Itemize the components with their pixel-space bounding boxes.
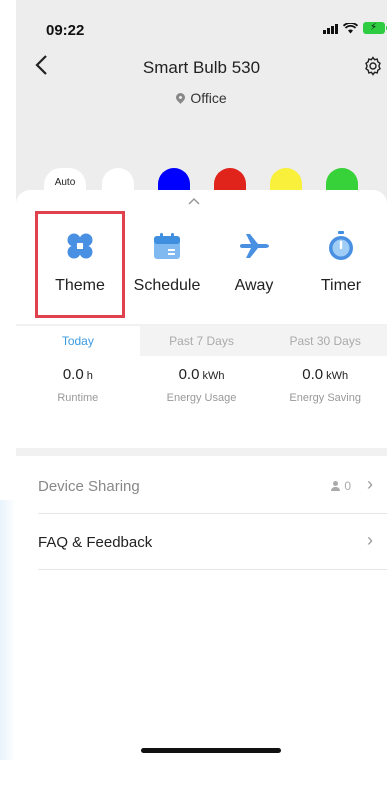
faq-feedback-label: FAQ & Feedback: [38, 534, 153, 551]
schedule-label: Schedule: [133, 277, 201, 294]
away-label: Away: [234, 277, 274, 294]
energy-usage-label: Energy Usage: [166, 392, 237, 404]
status-bar: 09:22 ⚡: [16, 0, 387, 44]
share-count-value: 0: [344, 479, 351, 493]
status-time: 09:22: [46, 22, 85, 39]
home-indicator: [141, 748, 281, 753]
tab-today[interactable]: Today: [16, 326, 140, 356]
share-count: 0: [330, 479, 351, 493]
row-divider: [38, 569, 387, 570]
device-sharing-label: Device Sharing: [38, 478, 140, 495]
device-sharing-row[interactable]: Device Sharing 0 ›: [16, 458, 387, 514]
runtime-label: Runtime: [57, 392, 99, 404]
airplane-icon: [240, 234, 269, 258]
gear-icon: [365, 56, 381, 76]
energy-saving-value: 0.0: [302, 366, 324, 383]
runtime-unit: h: [86, 370, 93, 382]
battery-icon: ⚡: [363, 22, 387, 34]
energy-saving-stat: 0.0 kWh Energy Saving: [263, 366, 387, 446]
timer-icon: [329, 231, 353, 260]
energy-usage-stat: 0.0 kWh Energy Usage: [140, 366, 264, 446]
period-tabs: Today Past 7 Days Past 30 Days: [16, 326, 387, 356]
timer-button[interactable]: Timer: [296, 230, 386, 295]
energy-stats: 0.0 h Runtime 0.0 kWh Energy Usage 0.0 kWh …: [16, 366, 387, 446]
location-pin-icon: [174, 91, 188, 104]
settings-button[interactable]: [363, 56, 385, 78]
chevron-right-icon: ›: [367, 474, 373, 494]
calendar-icon: [154, 233, 180, 259]
faq-feedback-row[interactable]: FAQ & Feedback ›: [16, 514, 387, 570]
chevron-right-icon: ›: [367, 530, 373, 550]
tab-past-30-days[interactable]: Past 30 Days: [263, 326, 387, 356]
status-icons: ⚡: [323, 22, 387, 34]
energy-usage-value: 0.0: [178, 366, 200, 383]
header: Smart Bulb 530 Office: [16, 54, 387, 114]
energy-saving-label: Energy Saving: [289, 392, 361, 404]
energy-saving-unit: kWh: [326, 370, 349, 382]
wifi-icon: [343, 22, 358, 33]
away-button[interactable]: Away: [209, 230, 299, 295]
runtime-value: 0.0: [62, 366, 84, 383]
chevron-up-icon[interactable]: [188, 197, 200, 205]
tab-past-7-days[interactable]: Past 7 Days: [139, 326, 264, 356]
background-glow: [0, 500, 16, 760]
person-icon: [330, 481, 341, 491]
timer-label: Timer: [320, 277, 362, 294]
signal-icon: [323, 23, 338, 34]
selection-highlight: [35, 211, 125, 318]
runtime-stat: 0.0 h Runtime: [16, 366, 140, 446]
page-title: Smart Bulb 530: [142, 58, 261, 77]
location-text: Office: [190, 90, 227, 106]
schedule-button[interactable]: Schedule: [122, 230, 212, 295]
section-divider: [16, 448, 387, 456]
location-label: Office: [16, 90, 387, 106]
energy-usage-unit: kWh: [202, 370, 225, 382]
